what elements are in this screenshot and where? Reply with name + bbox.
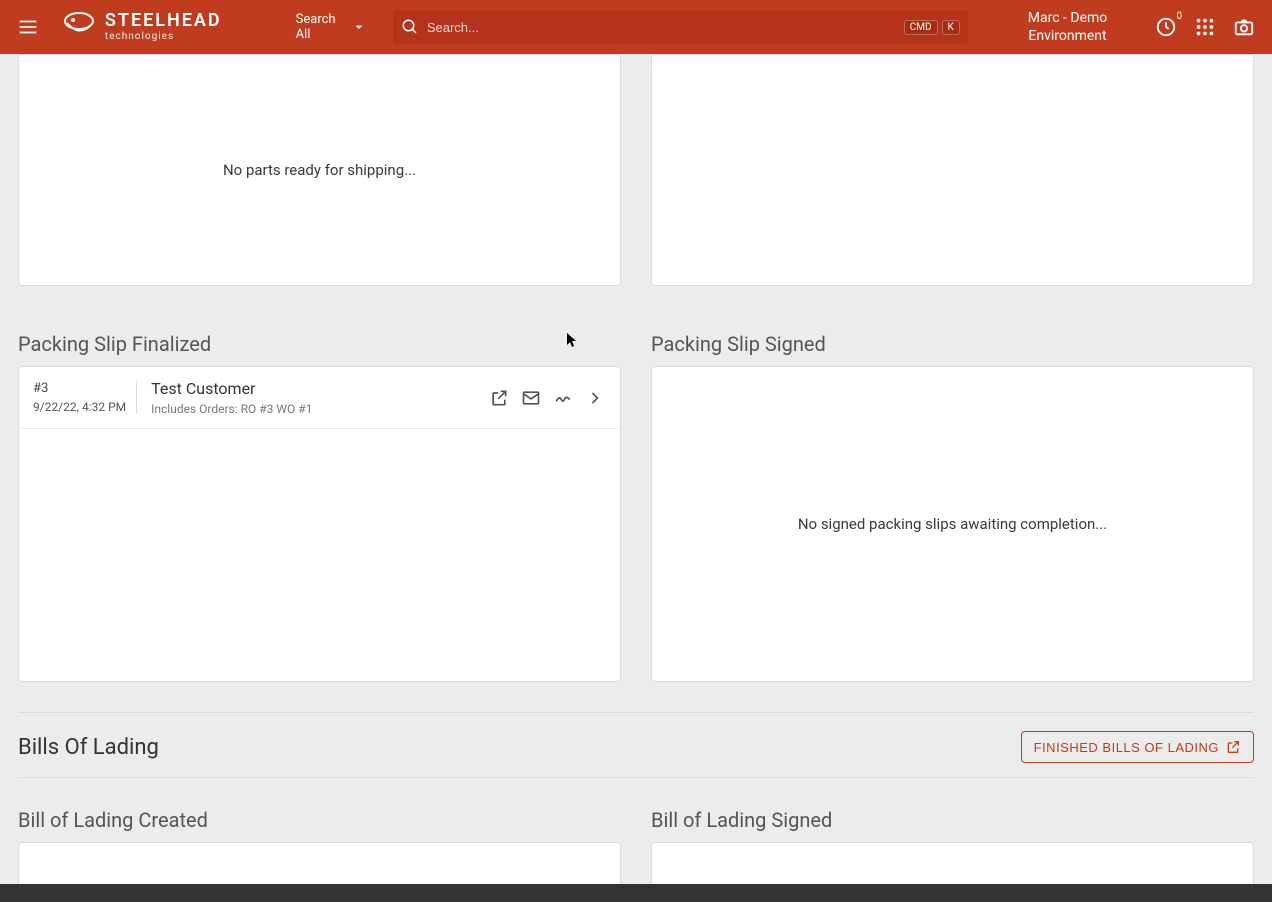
brand-logo[interactable]: STEELHEAD technologies [61,9,222,45]
apps-button[interactable] [1192,13,1217,41]
menu-toggle[interactable] [16,13,41,41]
logo-icon [61,9,97,45]
kbd-cmd: CMD [904,20,938,35]
section-divider [18,777,1254,778]
clock-icon [1155,16,1177,38]
sign-button[interactable] [552,387,574,409]
environment-label[interactable]: Marc - Demo Environment [996,9,1139,45]
packing-slip-item[interactable]: #3 9/22/22, 4:32 PM Test Customer Includ… [19,367,620,429]
footer-bar [0,884,1272,902]
shipping-ready-panel: No parts ready for shipping... [18,54,621,286]
history-count: 0 [1177,11,1183,22]
finished-bills-button[interactable]: FINISHED BILLS OF LADING [1021,731,1254,763]
shipping-empty-message: No parts ready for shipping... [223,161,416,179]
slip-customer: Test Customer [151,379,474,398]
slip-orders: Includes Orders: RO #3 WO #1 [151,402,474,416]
search-scope-dropdown[interactable]: Search All [296,12,367,42]
email-icon [521,388,541,408]
packing-signed-panel: No signed packing slips awaiting complet… [651,366,1254,682]
right-top-panel [651,54,1254,286]
hamburger-icon [17,16,39,38]
bol-created-panel [18,842,621,884]
packing-finalized-title: Packing Slip Finalized [18,332,621,356]
bills-of-lading-title: Bills Of Lading [18,735,159,760]
email-button[interactable] [520,387,542,409]
history-button[interactable]: 0 [1153,13,1178,41]
bol-signed-title: Bill of Lading Signed [651,808,1254,832]
signature-icon [553,388,573,408]
camera-icon [1233,16,1255,38]
camera-button[interactable] [1231,13,1256,41]
packing-finalized-panel: #3 9/22/22, 4:32 PM Test Customer Includ… [18,366,621,682]
apps-icon [1194,16,1216,38]
slip-id: #3 [33,381,126,396]
brand-subtitle: technologies [105,32,222,42]
bol-created-title: Bill of Lading Created [18,808,621,832]
open-external-icon [1225,739,1241,755]
topbar: STEELHEAD technologies Search All CMD K … [0,0,1272,54]
open-external-button[interactable] [488,387,510,409]
expand-button[interactable] [584,387,606,409]
search-scope-label: Search All [296,12,347,42]
search-shortcut: CMD K [904,20,960,35]
global-search[interactable]: CMD K [393,10,968,44]
search-input[interactable] [427,20,896,35]
bol-signed-panel [651,842,1254,884]
section-divider [18,712,1254,713]
dropdown-icon [351,18,367,36]
brand-name: STEELHEAD [105,12,222,30]
slip-date: 9/22/22, 4:32 PM [33,400,126,414]
packing-signed-title: Packing Slip Signed [651,332,1254,356]
kbd-k: K [942,20,960,35]
main-content: No parts ready for shipping... Packing S… [0,54,1272,884]
packing-signed-empty-message: No signed packing slips awaiting complet… [798,515,1107,533]
open-external-icon [489,388,509,408]
finished-bills-label: FINISHED BILLS OF LADING [1034,740,1219,755]
chevron-right-icon [585,388,605,408]
search-icon [401,18,419,36]
